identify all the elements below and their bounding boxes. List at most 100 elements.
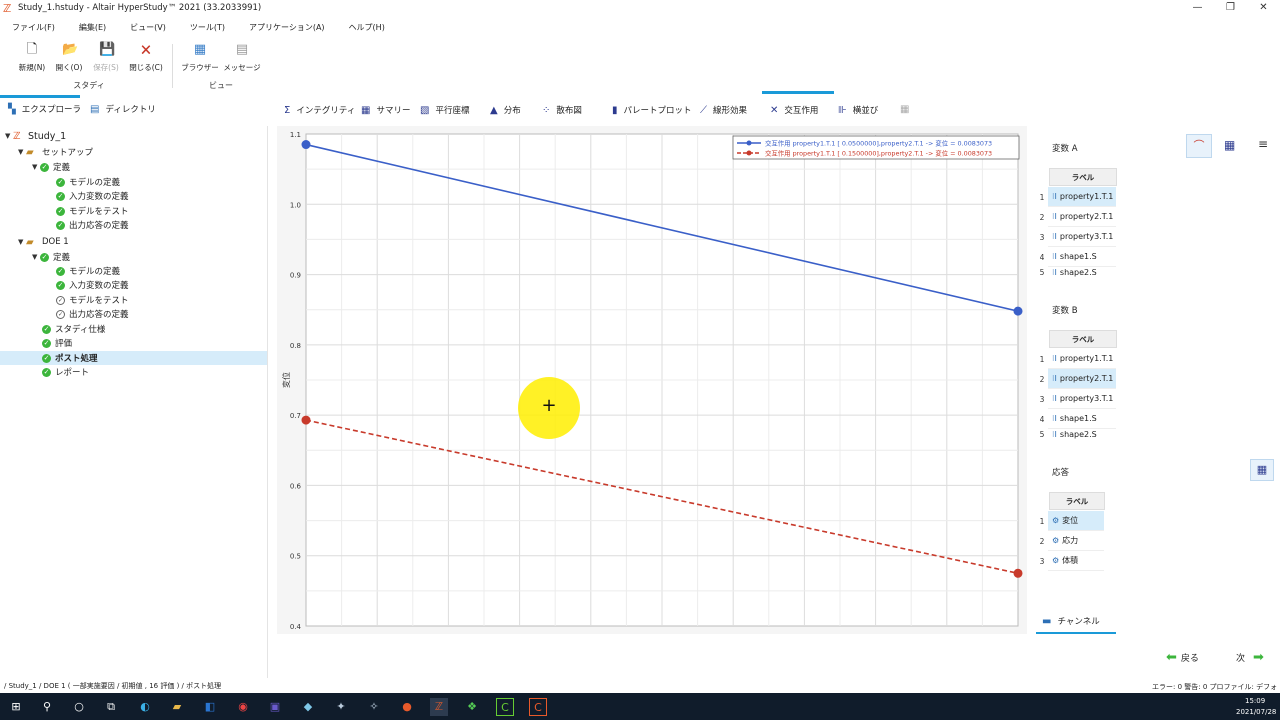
app-c-icon[interactable]: C bbox=[496, 698, 514, 716]
table-row[interactable]: 1 ⁝I property1.T.1 bbox=[1036, 349, 1116, 369]
pareto-icon: ▮ bbox=[612, 104, 618, 116]
tab-integrity[interactable]: Σ インテグリティ bbox=[284, 104, 355, 117]
tab-extra[interactable]: ▦ bbox=[900, 104, 915, 115]
variable-icon: ⁝I bbox=[1052, 429, 1057, 439]
var-a-header: ラベル bbox=[1049, 168, 1117, 186]
tab-parallel-coords[interactable]: ▧ 平行座標 bbox=[420, 104, 469, 117]
check-ok-icon: ✓ bbox=[56, 266, 65, 276]
save-button[interactable]: 💾 保存(S) bbox=[84, 42, 128, 73]
back-button[interactable]: ⬅ 戻る bbox=[1166, 650, 1199, 665]
response-table-button[interactable]: ▦ bbox=[1250, 459, 1274, 481]
app-icon[interactable]: ❖ bbox=[463, 698, 481, 716]
menu-edit[interactable]: 編集(E) bbox=[79, 22, 106, 33]
tree-item-input-def[interactable]: ✓ 入力変数の定義 bbox=[56, 278, 129, 292]
table-row[interactable]: 2 ⚙ 応力 bbox=[1036, 531, 1116, 551]
tree-item-eval[interactable]: ✓ 評価 bbox=[42, 336, 72, 350]
file-explorer-icon[interactable]: ▰ bbox=[168, 698, 186, 716]
tree-item-input-def[interactable]: ✓ 入力変数の定義 bbox=[56, 189, 129, 203]
tab-directory[interactable]: ▤ ディレクトリ bbox=[90, 103, 156, 116]
teams-icon[interactable]: ▣ bbox=[266, 698, 284, 716]
series-point-2[interactable] bbox=[301, 415, 311, 425]
task-view-icon[interactable]: ⧉ bbox=[102, 698, 120, 716]
message-button[interactable]: ▤ メッセージ bbox=[220, 42, 264, 73]
tree-item-define[interactable]: ▼ ✓ 定義 bbox=[32, 250, 70, 264]
check-ok-icon: ✓ bbox=[56, 206, 65, 216]
outlook-icon[interactable]: ◧ bbox=[201, 698, 219, 716]
menu-application[interactable]: アプリケーション(A) bbox=[249, 22, 325, 33]
app-icon[interactable]: ✧ bbox=[365, 698, 383, 716]
table-icon: ▦ bbox=[1256, 463, 1268, 476]
app-c-icon[interactable]: C bbox=[529, 698, 547, 716]
tree-item-setup[interactable]: ▼ ▰ セットアップ bbox=[18, 145, 93, 159]
table-row[interactable]: 3 ⚙ 体積 bbox=[1036, 551, 1116, 571]
browser-button[interactable]: ▦ ブラウザー bbox=[178, 42, 222, 73]
menu-file[interactable]: ファイル(F) bbox=[12, 22, 55, 33]
maximize-button[interactable]: ❐ bbox=[1214, 0, 1247, 16]
tab-interaction[interactable]: ✕ 交互作用 bbox=[761, 91, 835, 116]
interaction-chart[interactable]: 1.1 1.0 0.9 0.8 0.7 0.6 0.5 0.4 変位 交互作用 property1… bbox=[277, 126, 1027, 634]
menu-view[interactable]: ビュー(V) bbox=[130, 22, 166, 33]
tab-scatter[interactable]: ⁘ 散布図 bbox=[542, 104, 582, 117]
tab-side-by-side[interactable]: ⊪ 横並び bbox=[838, 104, 878, 117]
table-row[interactable]: 3 ⁝I property3.T.1 bbox=[1036, 389, 1116, 409]
collapse-arrow-icon[interactable]: ▼ bbox=[18, 238, 26, 246]
table-view-button[interactable]: ▦ bbox=[1224, 138, 1235, 152]
var-b-table: ラベル 1 ⁝I property1.T.1 2 ⁝I property2.T.1 3 ⁝… bbox=[1036, 328, 1268, 440]
tree-item-doe[interactable]: ▼ ▰ DOE 1 bbox=[18, 235, 69, 249]
close-study-button[interactable]: 🗙 閉じる(C) bbox=[124, 42, 168, 73]
tab-explorer[interactable]: ▚ エクスプローラ bbox=[0, 95, 81, 115]
next-button[interactable]: 次 ➡ bbox=[1236, 650, 1264, 665]
table-row[interactable]: 2 ⁝I property2.T.1 bbox=[1036, 369, 1116, 389]
close-button[interactable]: ✕ bbox=[1247, 0, 1280, 16]
minimize-button[interactable]: — bbox=[1181, 0, 1214, 16]
chrome-icon[interactable]: ◉ bbox=[234, 698, 252, 716]
table-row[interactable]: 5 ⁝I shape2.S bbox=[1036, 267, 1116, 278]
tree-item-define[interactable]: ▼ ✓ 定義 bbox=[32, 160, 70, 174]
status-path: / Study_1 / DOE 1 ( 一部実施要因 / 初期値 , 16 評価… bbox=[4, 682, 222, 690]
tree-item-post[interactable]: ✓ ポスト処理 bbox=[0, 351, 267, 365]
series-point-1[interactable] bbox=[301, 140, 311, 150]
tree-item-output-def[interactable]: ✓ 出力応答の定義 bbox=[56, 307, 129, 321]
tree-item-model-test[interactable]: ✓ モデルをテスト bbox=[56, 293, 129, 307]
table-row[interactable]: 4 ⁝I shape1.S bbox=[1036, 409, 1116, 429]
edge-icon[interactable]: ◐ bbox=[136, 698, 154, 716]
hyperstudy-icon[interactable]: ℤ bbox=[430, 698, 448, 716]
tab-pareto[interactable]: ▮ パレートプロット bbox=[612, 104, 692, 117]
tree-item-model-def[interactable]: ✓ モデルの定義 bbox=[56, 175, 120, 189]
tree-item-output-def[interactable]: ✓ 出力応答の定義 bbox=[56, 218, 129, 232]
series-point-1[interactable] bbox=[1013, 306, 1023, 316]
app-icon[interactable]: ✦ bbox=[332, 698, 350, 716]
windows-start-icon[interactable]: ⊞ bbox=[7, 698, 25, 716]
tree-item-model-def[interactable]: ✓ モデルの定義 bbox=[56, 264, 120, 278]
status-bar: / Study_1 / DOE 1 ( 一部実施要因 / 初期値 , 16 評価… bbox=[0, 679, 1280, 701]
tab-linear-effects[interactable]: ⟋ 線形効果 bbox=[700, 104, 747, 117]
search-icon[interactable]: ⚲ bbox=[38, 698, 56, 716]
menu-help[interactable]: ヘルプ(H) bbox=[349, 22, 385, 33]
menu-button[interactable]: ≡ bbox=[1258, 137, 1268, 151]
series-point-2[interactable] bbox=[1013, 568, 1023, 578]
check-ok-icon: ✓ bbox=[42, 367, 51, 377]
powerpoint-icon[interactable]: ● bbox=[398, 698, 416, 716]
tree-item-spec[interactable]: ✓ スタディ仕様 bbox=[42, 322, 105, 336]
new-file-icon: 🗋 bbox=[26, 42, 38, 57]
table-row[interactable]: 3 ⁝I property3.T.1 bbox=[1036, 227, 1116, 247]
table-row[interactable]: 1 ⁝I property1.T.1 bbox=[1036, 187, 1116, 207]
table-row[interactable]: 5 ⁝I shape2.S bbox=[1036, 429, 1116, 440]
app-icon[interactable]: ◆ bbox=[299, 698, 317, 716]
collapse-arrow-icon[interactable]: ▼ bbox=[32, 253, 40, 261]
tab-distribution[interactable]: ▲ 分布 bbox=[490, 104, 521, 117]
table-row[interactable]: 1 ⚙ 変位 bbox=[1036, 511, 1116, 531]
table-row[interactable]: 2 ⁝I property2.T.1 bbox=[1036, 207, 1116, 227]
tab-summary[interactable]: ▦ サマリー bbox=[361, 104, 410, 117]
collapse-arrow-icon[interactable]: ▼ bbox=[32, 163, 40, 171]
table-row[interactable]: 4 ⁝I shape1.S bbox=[1036, 247, 1116, 267]
menu-tools[interactable]: ツール(T) bbox=[190, 22, 225, 33]
tree-item-report[interactable]: ✓ レポート bbox=[42, 365, 89, 379]
cortana-icon[interactable]: ○ bbox=[70, 698, 88, 716]
tree-item-model-test[interactable]: ✓ モデルをテスト bbox=[56, 204, 129, 218]
collapse-arrow-icon[interactable]: ▼ bbox=[18, 148, 26, 156]
collapse-arrow-icon[interactable]: ▼ bbox=[5, 132, 13, 140]
tree-item-study[interactable]: ▼ ℤ Study_1 bbox=[5, 129, 66, 143]
tab-channel[interactable]: ▬ チャンネル bbox=[1036, 608, 1116, 634]
plot-mode-button[interactable]: ⌒ bbox=[1186, 134, 1212, 158]
